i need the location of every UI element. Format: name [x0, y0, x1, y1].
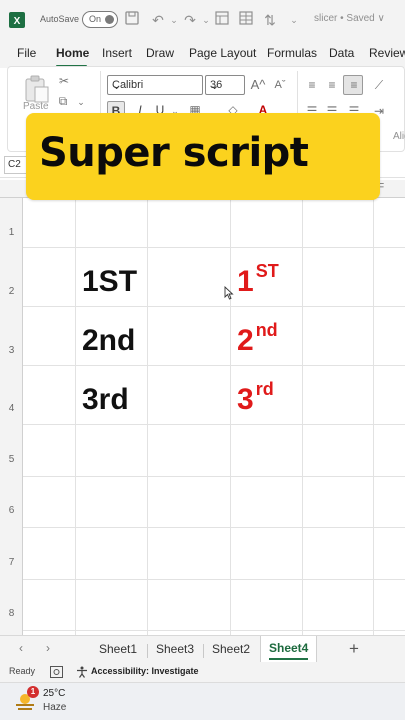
superscript-text: ST	[255, 261, 279, 281]
cell-b4[interactable]: 3rd	[82, 383, 129, 417]
grow-font-icon[interactable]: A^	[250, 77, 266, 93]
row-header-5[interactable]: 5	[0, 454, 23, 465]
gridline	[23, 365, 405, 366]
tab-file[interactable]: File	[17, 46, 36, 60]
row-header-6[interactable]: 6	[0, 505, 23, 516]
gridline	[23, 476, 405, 477]
save-icon[interactable]	[122, 10, 142, 30]
sort-icon[interactable]: ⇅	[260, 10, 280, 30]
row-header-4[interactable]: 4	[0, 403, 23, 414]
gridline	[230, 198, 231, 635]
tab-formulas[interactable]: Formulas	[267, 46, 317, 60]
cell-d2[interactable]: 1 ST	[237, 261, 279, 299]
align-middle-icon[interactable]: ≡	[324, 77, 340, 93]
toggle-knob	[105, 15, 114, 24]
tab-review[interactable]: Review	[369, 46, 405, 60]
row-header-3[interactable]: 3	[0, 345, 23, 356]
cell-d4[interactable]: 3rd	[237, 379, 274, 417]
add-sheet-button[interactable]: +	[349, 639, 359, 659]
accessibility-status[interactable]: Accessibility: Investigate	[91, 666, 199, 676]
tab-draw[interactable]: Draw	[146, 46, 174, 60]
gridline	[147, 198, 148, 635]
gridline	[23, 247, 405, 248]
chevron-down-icon: ⌄	[210, 80, 220, 92]
autosave-toggle[interactable]: On	[82, 11, 118, 28]
gridline	[23, 306, 405, 307]
font-name-select[interactable]: Calibri ⌄	[107, 75, 203, 95]
form-icon[interactable]	[212, 10, 232, 30]
tab-page-layout[interactable]: Page Layout	[189, 46, 256, 60]
excel-logo-icon: X	[9, 12, 25, 28]
table-icon[interactable]	[236, 10, 256, 30]
svg-text:X: X	[14, 16, 21, 27]
superscript-base: 2	[237, 324, 254, 357]
excel-window: X AutoSave On ↶ ⌄ ↷ ⌄ ⇅ ⌄ slicer • Saved…	[0, 0, 405, 720]
status-ready: Ready	[9, 666, 36, 676]
tab-insert[interactable]: Insert	[102, 46, 132, 60]
superscript-base: 3	[237, 383, 254, 416]
weather-condition: Haze	[43, 702, 67, 713]
font-size-select[interactable]: 36 ⌄	[205, 75, 245, 95]
sheet-tab-sheet3[interactable]: Sheet3	[156, 642, 194, 656]
worksheet-grid[interactable]: 1 2 3 4 5 6 7 8 1ST 2nd 3rd 1 ST 2nd 3rd	[0, 198, 405, 635]
tab-data[interactable]: Data	[329, 46, 354, 60]
notification-badge: 1	[27, 686, 39, 698]
file-title[interactable]: slicer • Saved ∨	[314, 13, 385, 24]
status-bar: Ready Accessibility: Investigate	[0, 662, 405, 682]
more-icon[interactable]: ⌄	[284, 10, 304, 30]
banner-title: Super script	[39, 130, 309, 176]
autosave-label: AutoSave	[40, 14, 80, 24]
taskbar: 1 25°C Haze	[0, 682, 405, 720]
cell-b2[interactable]: 1ST	[82, 265, 137, 299]
divider	[147, 644, 148, 658]
tab-home[interactable]: Home	[56, 46, 89, 60]
align-top-icon[interactable]: ≡	[304, 77, 320, 93]
copy-icon[interactable]: ⧉	[55, 93, 71, 109]
align-bottom-icon: ≡	[350, 78, 358, 92]
macro-recording-icon[interactable]	[50, 666, 63, 678]
chevron-down-icon: ⌄	[112, 80, 122, 92]
gridline	[23, 424, 405, 425]
superscript-text: nd	[255, 320, 278, 340]
shrink-font-icon[interactable]: Aˇ	[272, 77, 288, 93]
row-headers	[0, 198, 23, 635]
gridline	[23, 630, 405, 631]
sheet-tab-sheet4[interactable]: Sheet4	[260, 636, 318, 662]
chevron-right-icon[interactable]: ›	[46, 641, 50, 655]
row-header-2[interactable]: 2	[0, 286, 23, 297]
chevron-left-icon[interactable]: ‹	[19, 641, 23, 655]
gridline	[23, 527, 405, 528]
alignment-group-label: Alig	[393, 131, 405, 142]
superscript-text: rd	[255, 379, 274, 399]
divider	[203, 644, 204, 658]
align-bottom-button[interactable]: ≡	[343, 75, 363, 95]
paste-label: Paste	[23, 101, 49, 112]
gridline	[373, 198, 374, 635]
sheet-tab-bar: ‹ › Sheet1 Sheet3 Sheet2 Sheet4 +	[0, 635, 405, 662]
gridline	[75, 198, 76, 635]
sheet-tab-sheet1[interactable]: Sheet1	[99, 642, 137, 656]
sheet-tab-sheet2[interactable]: Sheet2	[212, 642, 250, 656]
paste-icon[interactable]	[24, 75, 50, 103]
orientation-icon[interactable]: ⟋	[370, 77, 388, 93]
accessibility-icon[interactable]	[76, 666, 88, 678]
mouse-pointer-icon	[224, 286, 234, 300]
title-banner: Super script	[26, 113, 380, 200]
weather-temperature: 25°C	[43, 688, 66, 699]
cell-d3[interactable]: 2nd	[237, 320, 278, 358]
cell-b3[interactable]: 2nd	[82, 324, 135, 358]
superscript-base: 1	[237, 265, 254, 298]
autosave-state: On	[89, 14, 102, 24]
gridline	[302, 198, 303, 635]
chevron-down-icon[interactable]: ⌄	[76, 94, 86, 110]
row-header-1[interactable]: 1	[0, 227, 23, 238]
cut-icon[interactable]: ✂	[56, 73, 72, 89]
row-header-7[interactable]: 7	[0, 557, 23, 568]
title-bar: X AutoSave On ↶ ⌄ ↷ ⌄ ⇅ ⌄ slicer • Saved…	[0, 0, 405, 40]
row-header-8[interactable]: 8	[0, 608, 23, 619]
gridline	[23, 579, 405, 580]
ribbon-tabs: File Home Insert Draw Page Layout Formul…	[0, 40, 405, 68]
